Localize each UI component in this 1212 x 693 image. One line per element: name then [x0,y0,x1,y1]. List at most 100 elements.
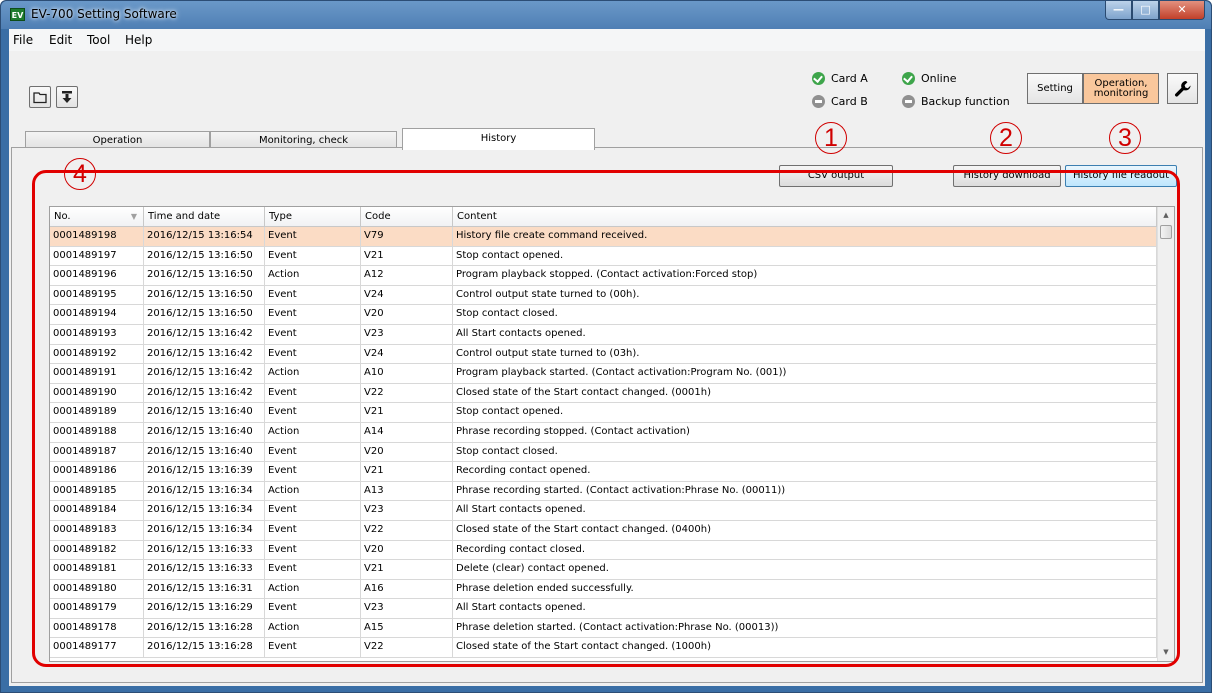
table-row[interactable]: 0001489194 2016/12/15 13:16:50 Event V20 Sto… [50,305,1157,325]
cell-no: 0001489191 [50,364,144,383]
menu-tool[interactable]: Tool [87,33,110,47]
title-bar[interactable]: EV EV-700 Setting Software — □ ✕ [1,1,1211,29]
csv-output-button[interactable]: CSV output [779,165,893,187]
cell-time: 2016/12/15 13:16:42 [144,324,265,344]
cell-no: 0001489190 [50,383,144,403]
scroll-up-arrow-icon[interactable]: ▲ [1158,207,1174,224]
cell-content: All Start contacts opened. [453,599,1157,618]
cell-time: 2016/12/15 13:16:29 [144,599,265,618]
table-row[interactable]: 0001489178 2016/12/15 13:16:28 Action A15 Ph… [50,618,1157,639]
column-header-time[interactable]: Time and date [144,207,265,227]
cell-no: 0001489182 [50,540,144,560]
column-header-no[interactable]: No. ▼ [50,207,144,227]
history-file-readout-button[interactable]: History file readout [1065,165,1177,187]
cell-type: Event [265,246,361,266]
check-icon [902,72,915,85]
vertical-scrollbar[interactable]: ▲ ▼ [1157,207,1174,661]
card-b-label: Card B [831,95,868,108]
table-row[interactable]: 0001489186 2016/12/15 13:16:39 Event V21 Rec… [50,462,1157,482]
cell-type: Event [265,285,361,305]
backup-status: Backup function [902,95,1010,108]
operation-mode-label-2: monitoring [1093,87,1149,99]
history-download-button[interactable]: History download [953,165,1061,187]
table-row[interactable]: 0001489198 2016/12/15 13:16:54 Event V79 His… [50,227,1157,247]
table-row[interactable]: 0001489187 2016/12/15 13:16:40 Event V20 Sto… [50,442,1157,463]
table-row[interactable]: 0001489190 2016/12/15 13:16:42 Event V22 Clo… [50,383,1157,404]
scroll-thumb[interactable] [1160,225,1172,239]
table-row[interactable]: 0001489197 2016/12/15 13:16:50 Event V21 Sto… [50,246,1157,267]
cell-content: Stop contact opened. [453,403,1157,422]
cell-no: 0001489196 [50,266,144,285]
table-row[interactable]: 0001489179 2016/12/15 13:16:29 Event V23 All… [50,599,1157,619]
operation-mode-button[interactable]: Operation, monitoring [1083,73,1159,104]
cell-type: Action [265,266,361,285]
table-row[interactable]: 0001489177 2016/12/15 13:16:28 Event V22 Clo… [50,638,1157,659]
cell-time: 2016/12/15 13:16:50 [144,246,265,266]
cell-no: 0001489192 [50,344,144,364]
cell-time: 2016/12/15 13:16:28 [144,638,265,658]
cell-type: Action [265,481,361,501]
cell-content: Phrase deletion ended successfully. [453,579,1157,599]
open-file-button[interactable] [29,86,51,108]
table-header: No. ▼ Time and date Type Code Content [50,207,1157,227]
callout-3: 3 [1109,122,1141,154]
cell-code: V24 [361,344,453,364]
cell-type: Event [265,462,361,481]
setting-mode-label: Setting [1037,82,1073,94]
column-header-code[interactable]: Code [361,207,453,227]
close-button[interactable]: ✕ [1159,1,1205,20]
table-row[interactable]: 0001489181 2016/12/15 13:16:33 Event V21 Del… [50,560,1157,580]
tab-history[interactable]: History [402,128,595,150]
table-row[interactable]: 0001489185 2016/12/15 13:16:34 Action A13 Ph… [50,481,1157,502]
table-row[interactable]: 0001489189 2016/12/15 13:16:40 Event V21 Sto… [50,403,1157,423]
cell-code: V21 [361,560,453,579]
table-row[interactable]: 0001489192 2016/12/15 13:16:42 Event V24 Con… [50,344,1157,365]
tool-button[interactable] [1167,73,1198,104]
cell-type: Event [265,540,361,560]
cell-no: 0001489187 [50,442,144,462]
cell-content: All Start contacts opened. [453,324,1157,344]
history-table[interactable]: No. ▼ Time and date Type Code Content 00… [49,206,1175,662]
wrench-icon [1174,80,1191,97]
table-row[interactable]: 0001489182 2016/12/15 13:16:33 Event V20 Rec… [50,540,1157,561]
cell-no: 0001489198 [50,227,144,246]
table-row[interactable]: 0001489191 2016/12/15 13:16:42 Action A10 Pr… [50,364,1157,384]
cell-content: Stop contact closed. [453,442,1157,462]
setting-mode-button[interactable]: Setting [1027,73,1083,104]
table-row[interactable]: 0001489196 2016/12/15 13:16:50 Action A12 Pr… [50,266,1157,286]
cell-no: 0001489195 [50,285,144,305]
cell-time: 2016/12/15 13:16:39 [144,462,265,481]
table-row[interactable]: 0001489183 2016/12/15 13:16:34 Event V22 Clo… [50,520,1157,541]
cell-no: 0001489181 [50,560,144,579]
column-header-content[interactable]: Content [453,207,1157,227]
cell-no: 0001489183 [50,520,144,540]
cell-code: V20 [361,305,453,324]
cell-no: 0001489197 [50,246,144,266]
cell-code: A16 [361,579,453,599]
column-header-type[interactable]: Type [265,207,361,227]
cell-content: Phrase deletion started. (Contact activa… [453,618,1157,638]
cell-time: 2016/12/15 13:16:42 [144,364,265,383]
scroll-down-arrow-icon[interactable]: ▼ [1158,644,1174,661]
table-row[interactable]: 0001489184 2016/12/15 13:16:34 Event V23 All… [50,501,1157,521]
table-row[interactable]: 0001489180 2016/12/15 13:16:31 Action A16 Ph… [50,579,1157,600]
folder-icon [33,92,47,104]
cell-type: Event [265,501,361,520]
table-row[interactable]: 0001489188 2016/12/15 13:16:40 Action A14 Ph… [50,422,1157,443]
download-button[interactable] [56,86,78,108]
minimize-button[interactable]: — [1105,1,1132,20]
menu-help[interactable]: Help [125,33,152,47]
cell-type: Event [265,560,361,579]
cell-code: V23 [361,324,453,344]
cell-no: 0001489193 [50,324,144,344]
menu-edit[interactable]: Edit [49,33,72,47]
maximize-button[interactable]: □ [1132,1,1159,20]
cell-time: 2016/12/15 13:16:34 [144,481,265,501]
operation-mode-label-1: Operation, [1094,77,1148,89]
table-row[interactable]: 0001489195 2016/12/15 13:16:50 Event V24 Con… [50,285,1157,306]
cell-type: Action [265,618,361,638]
menu-file[interactable]: File [13,33,33,47]
cell-code: V20 [361,442,453,462]
cell-time: 2016/12/15 13:16:34 [144,520,265,540]
table-row[interactable]: 0001489193 2016/12/15 13:16:42 Event V23 All… [50,324,1157,345]
